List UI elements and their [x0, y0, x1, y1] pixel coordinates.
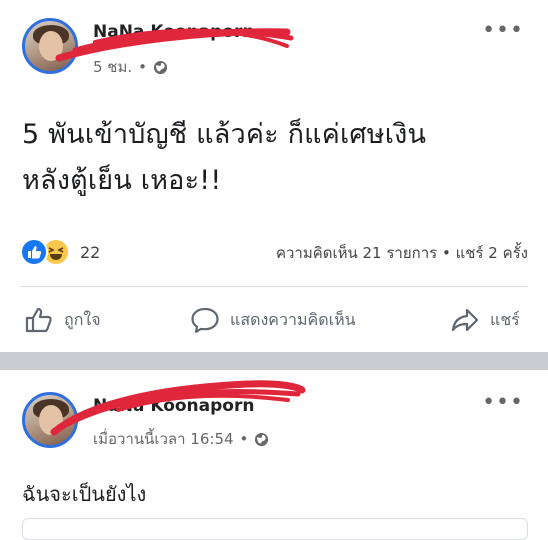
attachment-preview[interactable]	[22, 518, 528, 540]
globe-icon	[255, 432, 269, 446]
post-text-line: หลังตู้เย็น เหอะ!!	[22, 165, 222, 196]
more-options-icon[interactable]: •••	[482, 20, 524, 42]
like-reaction-icon	[20, 238, 48, 266]
comment-button[interactable]: แสดงความคิดเห็น	[190, 306, 356, 334]
author-avatar[interactable]	[22, 392, 78, 448]
post-text: ฉันจะเป็นยังไง	[22, 482, 147, 506]
thumbs-up-icon	[25, 307, 52, 333]
globe-icon	[153, 60, 168, 74]
comment-label: แสดงความคิดเห็น	[230, 309, 356, 329]
redaction-scribble	[55, 28, 294, 62]
divider	[20, 286, 528, 287]
reaction-summary[interactable]: 22	[20, 238, 100, 266]
like-button[interactable]: ถูกใจ	[24, 306, 101, 334]
more-options-icon[interactable]: •••	[482, 392, 524, 414]
comment-bubble-icon	[191, 307, 219, 333]
comment-share-stats[interactable]: ความคิดเห็น 21 รายการ • แชร์ 2 ครั้ง	[276, 241, 528, 265]
author-name[interactable]: NaNa Koonaporn	[93, 22, 254, 42]
post-actions: ถูกใจ แสดงความคิดเห็น แชร์	[0, 300, 548, 340]
post-card: NaNa Koonaporn 5 ชม. • ••• 5 พันเข้าบัญช…	[0, 0, 548, 352]
author-name[interactable]: NaNa Koonaporn	[93, 396, 254, 416]
feed-separator	[0, 352, 548, 370]
share-label: แชร์	[490, 309, 520, 329]
like-label: ถูกใจ	[64, 309, 101, 329]
share-arrow-icon	[451, 308, 479, 332]
author-avatar[interactable]	[22, 18, 78, 74]
post-timestamp[interactable]: 5 ชม.	[93, 55, 132, 79]
post-card: NaNa Koonaporn เมื่อวานนี้เวลา 16:54 • •…	[0, 370, 548, 540]
post-text-line: 5 พันเข้าบัญชี แล้วค่ะ ก็แค่เศษเงิน	[22, 119, 427, 150]
reaction-count: 22	[80, 242, 101, 262]
post-text: 5 พันเข้าบัญชี แล้วค่ะ ก็แค่เศษเงิน หลัง…	[22, 112, 532, 204]
post-meta: เมื่อวานนี้เวลา 16:54 •	[93, 427, 269, 451]
post-timestamp[interactable]: เมื่อวานนี้เวลา 16:54	[93, 427, 234, 451]
post-meta: 5 ชม. •	[93, 55, 168, 79]
share-button[interactable]: แชร์	[450, 306, 520, 334]
